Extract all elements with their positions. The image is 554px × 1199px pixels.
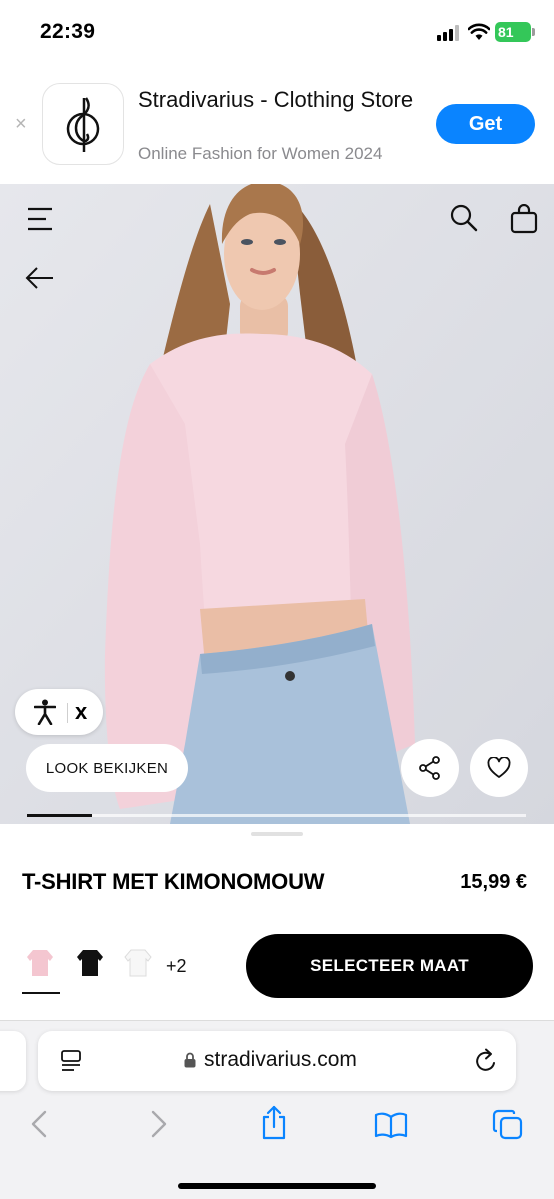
banner-close-icon[interactable]: × [15, 114, 27, 134]
app-logo-icon [42, 83, 124, 165]
status-bar: 22:39 81 [0, 0, 554, 64]
gallery-progress-bar [27, 814, 526, 817]
page-menu-icon[interactable] [60, 1049, 82, 1073]
select-size-button[interactable]: SELECTEER MAAT [246, 934, 533, 998]
smart-app-banner: × Stradivarius - Clothing Store Online F… [0, 64, 554, 184]
browser-toolbar-area: stradivarius.com [0, 1020, 554, 1199]
share-button[interactable] [401, 739, 459, 797]
forward-icon[interactable] [150, 1109, 168, 1139]
product-info-sheet: T-SHIRT MET KIMONOMOUW 15,99 € +2 SELECT… [0, 824, 554, 1020]
share-icon[interactable] [259, 1105, 289, 1141]
color-swatch-pink[interactable] [26, 948, 54, 978]
status-time: 22:39 [40, 20, 96, 43]
reload-icon[interactable] [474, 1048, 498, 1074]
selected-color-indicator [22, 992, 60, 994]
sheet-drag-handle[interactable] [251, 832, 303, 836]
previous-tab-preview[interactable] [0, 1031, 26, 1091]
app-name: Stradivarius - Clothing Store [138, 87, 414, 112]
url-text: stradivarius.com [204, 1048, 357, 1071]
share-icon [419, 756, 440, 780]
app-subtitle: Online Fashion for Women 2024 [138, 144, 383, 163]
favorite-button[interactable] [470, 739, 528, 797]
product-name: T-SHIRT MET KIMONOMOUW [22, 869, 325, 894]
shopping-bag-icon[interactable] [510, 204, 538, 234]
accessibility-close-button[interactable]: x [75, 700, 87, 724]
address-bar[interactable]: stradivarius.com [38, 1031, 516, 1091]
lock-icon [184, 1052, 196, 1068]
back-arrow-icon[interactable] [25, 266, 55, 290]
search-icon[interactable] [450, 204, 478, 232]
look-bekijken-button[interactable]: LOOK BEKIJKEN [26, 744, 188, 792]
more-colors-link[interactable]: +2 [166, 956, 187, 977]
accessibility-widget[interactable]: x [15, 689, 103, 735]
color-swatch-white[interactable] [124, 948, 152, 978]
divider [67, 703, 68, 723]
wifi-icon [468, 23, 490, 40]
get-app-button[interactable]: Get [436, 104, 535, 144]
home-indicator [178, 1183, 376, 1189]
color-swatch-black[interactable] [76, 948, 104, 978]
product-image-gallery[interactable]: x LOOK BEKIJKEN [0, 184, 554, 824]
tabs-icon[interactable] [492, 1109, 524, 1141]
accessibility-icon[interactable] [34, 699, 56, 725]
menu-icon[interactable] [27, 206, 53, 232]
battery-level: 81 [498, 24, 514, 40]
bookmarks-icon[interactable] [374, 1111, 408, 1139]
cellular-signal-icon [437, 25, 461, 41]
heart-icon [487, 757, 511, 778]
gallery-progress-fill [27, 814, 92, 817]
back-icon[interactable] [30, 1109, 48, 1139]
product-price: 15,99 € [460, 871, 527, 893]
battery-indicator: 81 [495, 22, 535, 42]
